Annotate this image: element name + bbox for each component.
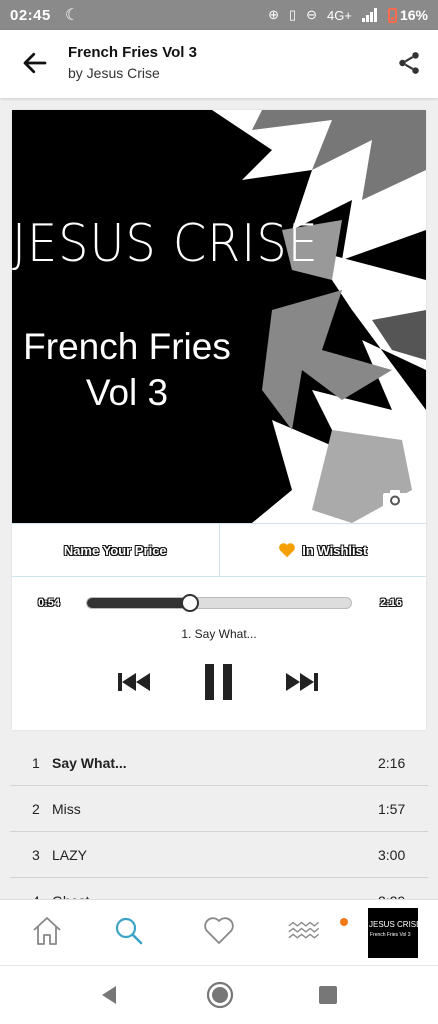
vibrate-icon: ▯ (288, 7, 297, 22)
track-name: Miss (52, 800, 81, 817)
battery-icon (387, 7, 397, 23)
artist-subtitle[interactable]: by Jesus Crise (68, 65, 197, 81)
wishlist-label: In Wishlist (302, 542, 368, 558)
album-art-title-line2: Vol 3 (85, 372, 169, 413)
notification-dot (340, 918, 348, 926)
feed-icon[interactable] (288, 914, 322, 948)
thumbnail-artist-text: JESUS CRISE (369, 920, 418, 929)
total-time: 2:16 (379, 597, 402, 609)
track-row[interactable]: 2 Miss 1:57 (10, 786, 428, 832)
page-title: French Fries Vol 3 (68, 44, 197, 61)
track-duration: 3:00 (378, 846, 406, 863)
elapsed-time: 0:54 (38, 597, 61, 609)
camera-icon[interactable] (382, 489, 408, 509)
seek-bar-handle[interactable] (180, 594, 199, 612)
moon-icon: ☾ (64, 7, 80, 24)
header-titles: French Fries Vol 3 by Jesus Crise (68, 44, 197, 81)
heart-filled-icon (279, 543, 296, 558)
seek-bar[interactable] (86, 594, 352, 612)
name-your-price-label: Name Your Price (63, 542, 167, 558)
audio-player: 0:54 2:16 1. Say What... (12, 577, 426, 730)
action-row: Name Your Price In Wishlist (12, 523, 426, 577)
track-number: 1 (32, 754, 40, 771)
track-row[interactable]: 1 Say What... 2:16 (10, 740, 428, 786)
album-art-title-text: French Fries Vol 3 (12, 324, 242, 416)
signal-icon (361, 8, 378, 22)
dnd-icon: ⊖ (306, 7, 318, 22)
track-name: LAZY (52, 846, 88, 863)
seek-bar-progress (87, 598, 190, 608)
next-track-icon[interactable] (284, 671, 318, 693)
system-nav-bar (0, 965, 438, 1024)
album-art[interactable]: JESUS CRISE French Fries Vol 3 (12, 110, 426, 523)
heart-icon[interactable] (202, 914, 236, 948)
album-art-title-line1: French Fries (23, 326, 231, 367)
playback-controls (12, 663, 426, 703)
network-type: 4G+ (327, 7, 352, 23)
now-playing-label: 1. Say What... (181, 627, 257, 641)
track-list: 1 Say What... 2:16 2 Miss 1:57 3 LAZY 3:… (10, 740, 428, 924)
album-art-artist-text: JESUS CRISE (12, 214, 319, 274)
track-duration: 1:57 (378, 800, 406, 817)
album-card: JESUS CRISE French Fries Vol 3 Name Your… (12, 110, 426, 730)
back-arrow-icon[interactable] (20, 48, 50, 78)
track-number: 3 (32, 846, 40, 863)
status-bar: 02:45 ☾ ⊕ ▯ ⊖ 4G+ 16% (0, 0, 438, 30)
name-your-price-button[interactable]: Name Your Price (12, 524, 219, 576)
wishlist-button[interactable]: In Wishlist (218, 524, 427, 576)
search-icon[interactable] (112, 914, 146, 948)
track-row[interactable]: 3 LAZY 3:00 (10, 832, 428, 878)
app-header: French Fries Vol 3 by Jesus Crise (0, 30, 438, 98)
share-icon[interactable] (396, 50, 422, 76)
system-back-icon[interactable] (98, 983, 122, 1007)
previous-track-icon[interactable] (118, 671, 152, 693)
clock: 02:45 (10, 6, 51, 24)
battery-level: 16% (399, 7, 428, 23)
track-number: 2 (32, 800, 40, 817)
bottom-nav: JESUS CRISE French Fries Vol 3 (0, 899, 438, 965)
system-recents-icon[interactable] (316, 983, 340, 1007)
sync-icon: ⊕ (268, 7, 279, 22)
thumbnail-album-text: French Fries Vol 3 (370, 932, 411, 938)
pause-icon[interactable] (204, 663, 234, 701)
system-home-icon[interactable] (206, 981, 234, 1009)
track-duration: 2:16 (378, 754, 406, 771)
track-name: Say What... (52, 754, 127, 771)
now-playing-thumbnail[interactable]: JESUS CRISE French Fries Vol 3 (368, 908, 418, 958)
battery-indicator: 16% (387, 7, 428, 23)
album-art-pattern (212, 110, 426, 523)
home-icon[interactable] (30, 914, 64, 948)
